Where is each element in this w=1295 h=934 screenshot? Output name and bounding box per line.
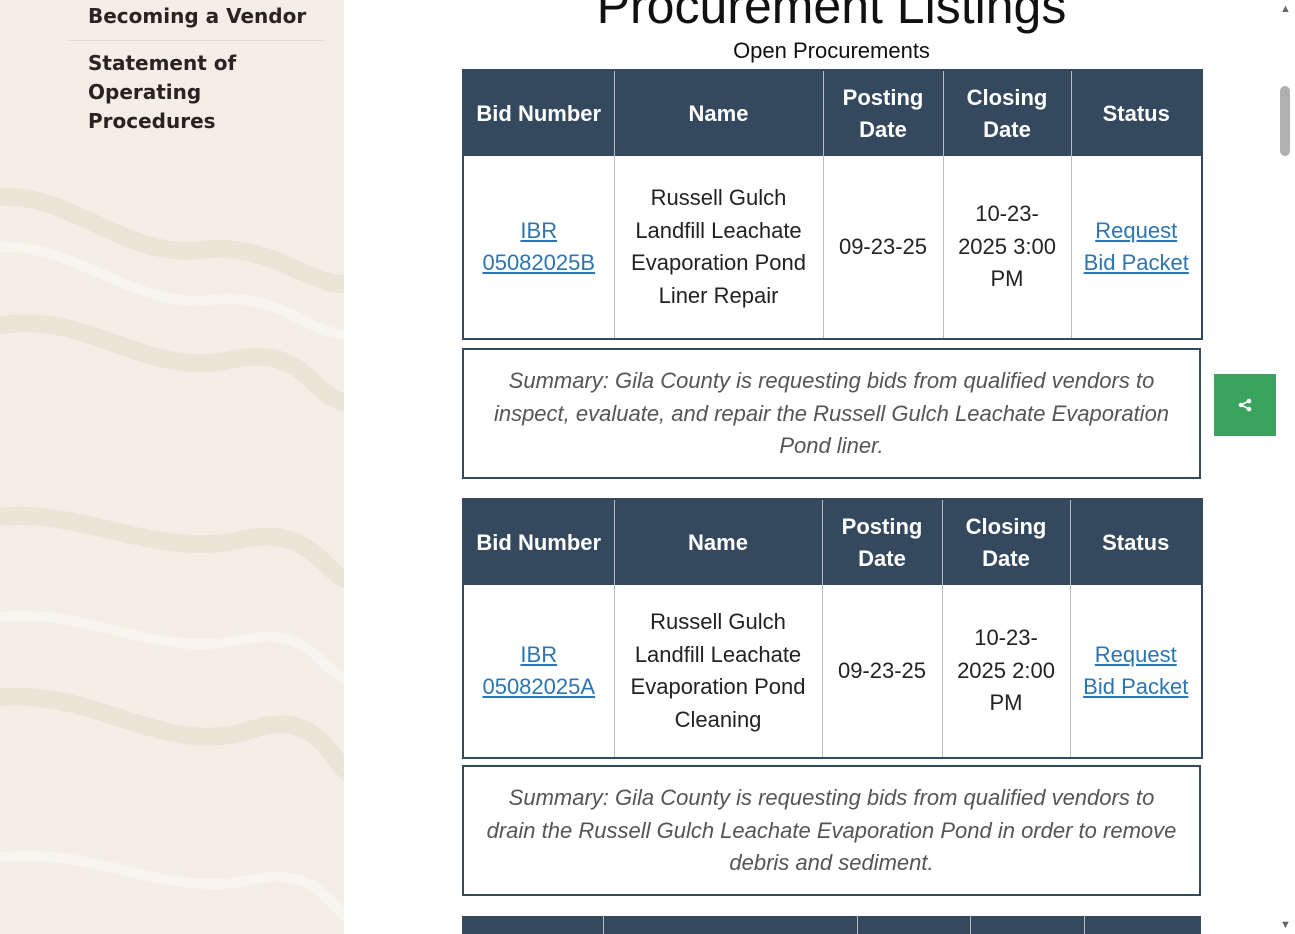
column-divider xyxy=(970,916,971,934)
section-caption: Open Procurements xyxy=(733,38,930,63)
column-header-status: Status xyxy=(1069,499,1202,585)
scroll-up-arrow-icon[interactable]: ▲ xyxy=(1276,0,1295,18)
column-header-closing-date: Closing Date xyxy=(941,499,1070,585)
share-icon xyxy=(1238,398,1252,412)
column-header-posting-date: Posting Date xyxy=(821,499,942,585)
table-header-row: Bid Number Name Posting Date Closing Dat… xyxy=(463,499,1202,585)
column-header-posting-date: Posting Date xyxy=(822,70,943,156)
page: Becoming a Vendor Statement of Operating… xyxy=(0,0,1295,934)
sidebar-item-statement-of-operating-procedures[interactable]: Statement of Operating Procedures xyxy=(68,41,325,136)
column-divider xyxy=(603,916,604,934)
posting-date-cell: 09-23-25 xyxy=(821,585,942,758)
sidebar-background-pattern xyxy=(0,187,344,921)
column-header-status: Status xyxy=(1070,70,1202,156)
bid-summary: Summary: Gila County is requesting bids … xyxy=(462,348,1201,479)
column-header-name: Name xyxy=(613,499,822,585)
status-cell: Request Bid Packet xyxy=(1069,585,1202,758)
scroll-down-arrow-icon[interactable]: ▼ xyxy=(1276,916,1295,934)
column-header-name: Name xyxy=(613,70,823,156)
vertical-scrollbar[interactable]: ▲ ▼ xyxy=(1276,0,1295,934)
bid-number-cell: IBR 05082025B xyxy=(463,156,614,339)
sidebar: Becoming a Vendor Statement of Operating… xyxy=(0,0,344,934)
bid-table: Bid Number Name Posting Date Closing Dat… xyxy=(462,498,1203,759)
column-divider xyxy=(1084,916,1085,934)
column-header-closing-date: Closing Date xyxy=(942,70,1071,156)
request-bid-packet-link[interactable]: Request Bid Packet xyxy=(1084,218,1189,276)
table-header-row-partial xyxy=(462,916,1201,934)
table-row: IBR 05082025B Russell Gulch Landfill Lea… xyxy=(463,156,1202,339)
bid-number-cell: IBR 05082025A xyxy=(463,585,614,758)
bid-summary: Summary: Gila County is requesting bids … xyxy=(462,765,1201,896)
column-divider xyxy=(857,916,858,934)
request-bid-packet-link[interactable]: Request Bid Packet xyxy=(1083,642,1188,700)
sidebar-item-becoming-a-vendor[interactable]: Becoming a Vendor xyxy=(68,0,325,41)
posting-date-cell: 09-23-25 xyxy=(822,156,943,339)
status-cell: Request Bid Packet xyxy=(1070,156,1202,339)
scrollbar-thumb[interactable] xyxy=(1280,86,1290,156)
bid-name-cell: Russell Gulch Landfill Leachate Evaporat… xyxy=(613,156,823,339)
closing-date-cell: 10-23-2025 2:00 PM xyxy=(941,585,1070,758)
bid-table: Bid Number Name Posting Date Closing Dat… xyxy=(462,69,1203,340)
page-title: Procurement Listings xyxy=(596,0,1067,34)
column-header-bid-number: Bid Number xyxy=(463,70,614,156)
table-header-row: Bid Number Name Posting Date Closing Dat… xyxy=(463,70,1202,156)
closing-date-cell: 10-23-2025 3:00 PM xyxy=(942,156,1071,339)
sidebar-nav: Becoming a Vendor Statement of Operating… xyxy=(68,0,325,136)
bid-number-link[interactable]: IBR 05082025B xyxy=(482,218,595,276)
bid-name-cell: Russell Gulch Landfill Leachate Evaporat… xyxy=(613,585,822,758)
share-button[interactable] xyxy=(1214,374,1276,436)
table-row: IBR 05082025A Russell Gulch Landfill Lea… xyxy=(463,585,1202,758)
bid-number-link[interactable]: IBR 05082025A xyxy=(482,642,595,700)
column-header-bid-number: Bid Number xyxy=(463,499,614,585)
